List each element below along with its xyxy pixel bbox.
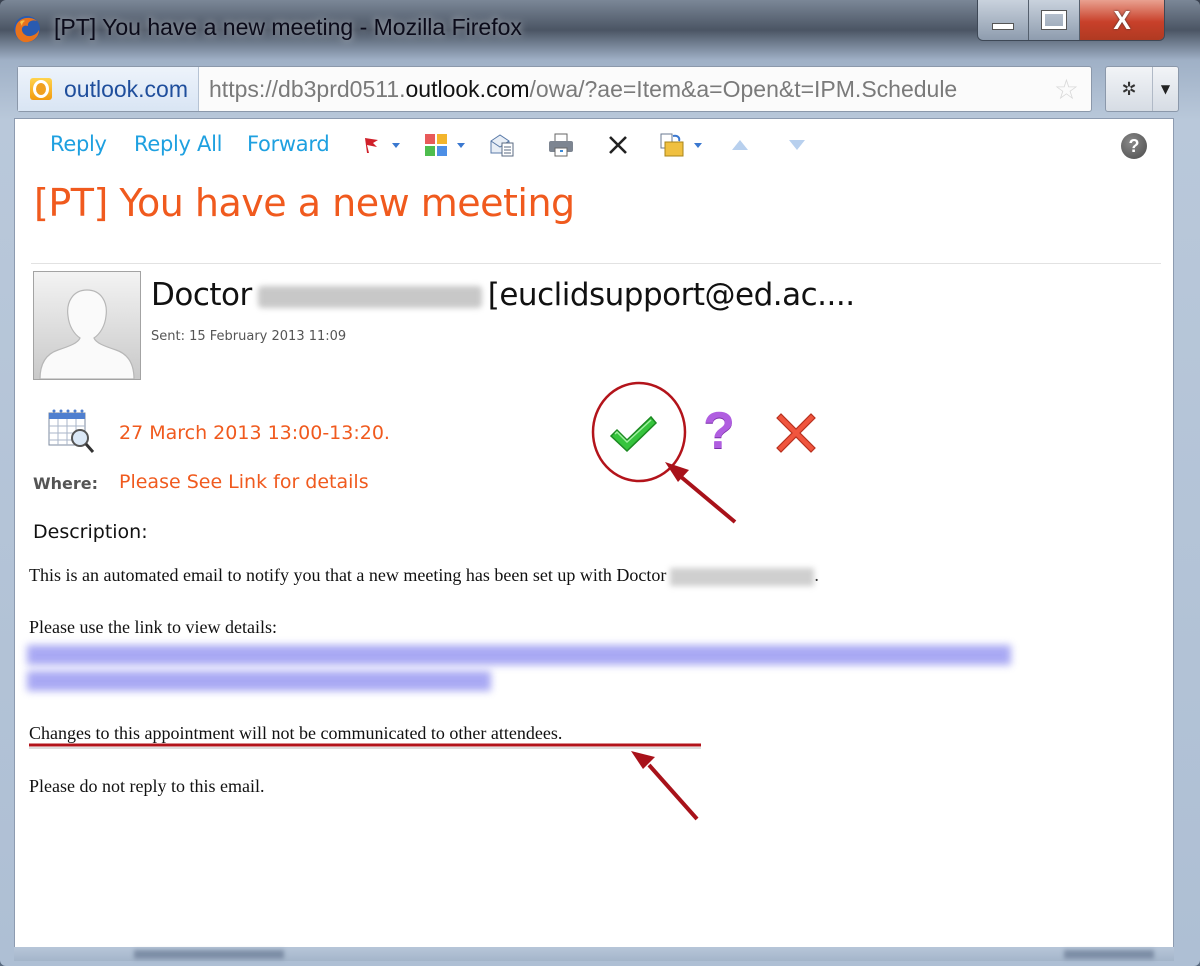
reply-all-button[interactable]: Reply All — [134, 132, 222, 156]
mark-unread-icon[interactable] — [489, 133, 515, 157]
url-domain: outlook.com — [405, 75, 530, 102]
sender-avatar — [33, 271, 141, 380]
minimize-button[interactable] — [978, 0, 1029, 40]
addon-bug-icon[interactable]: ✲ — [1106, 67, 1153, 111]
meeting-location: Please See Link for details — [119, 471, 369, 493]
title-bar[interactable]: [PT] You have a new meeting - Mozilla Fi… — [0, 0, 1200, 58]
next-item-icon[interactable] — [784, 133, 810, 157]
body-line-link-intro: Please use the link to view details: — [29, 617, 277, 637]
body-line-no-reply: Please do not reply to this email. — [29, 776, 265, 796]
redacted-details-link[interactable] — [27, 645, 1011, 665]
redacted-name — [670, 567, 815, 586]
checkmark-icon — [609, 415, 658, 453]
meeting-time: 27 March 2013 13:00-13:20. — [119, 422, 390, 444]
close-window-button[interactable]: X — [1080, 0, 1164, 40]
site-identity-button[interactable]: outlook.com — [18, 67, 200, 111]
taskbar-item-blurred — [134, 950, 284, 959]
site-identity-label: outlook.com — [64, 75, 189, 102]
message-page: Reply Reply All Forward ? [PT] You have … — [14, 118, 1174, 948]
forward-button[interactable]: Forward — [247, 132, 330, 156]
print-icon[interactable] — [548, 133, 574, 157]
move-to-folder-icon[interactable] — [659, 133, 685, 157]
redacted-name — [257, 285, 482, 308]
browser-window: [PT] You have a new meeting - Mozilla Fi… — [0, 0, 1200, 966]
sender-title: Doctor — [151, 277, 252, 313]
move-dropdown-icon[interactable] — [694, 143, 702, 148]
categories-dropdown-icon[interactable] — [457, 143, 465, 148]
message-subject: [PT] You have a new meeting — [34, 181, 575, 225]
addon-button[interactable]: ✲ ▼ — [1105, 66, 1179, 112]
delete-icon[interactable] — [605, 133, 631, 157]
decline-meeting-button[interactable] — [773, 409, 819, 457]
description-label: Description: — [33, 521, 148, 543]
redacted-details-link-cont[interactable] — [27, 671, 491, 691]
window-controls: X — [977, 0, 1165, 41]
previous-item-icon[interactable] — [727, 133, 753, 157]
url-input[interactable]: https://db3prd0511.outlook.com/owa/?ae=I… — [199, 76, 1029, 103]
flag-dropdown-icon[interactable] — [392, 143, 400, 148]
help-icon[interactable]: ? — [1121, 133, 1147, 159]
accept-meeting-button[interactable] — [605, 409, 661, 459]
url-suffix: /owa/?ae=Item&a=Open&t=IPM.Schedule — [529, 75, 958, 102]
url-bar[interactable]: outlook.com https://db3prd0511.outlook.c… — [17, 66, 1092, 112]
where-label: Where: — [33, 474, 99, 493]
sender-name[interactable]: Doctor [euclidsupport@ed.ac.... — [151, 277, 855, 313]
status-blurred — [1064, 950, 1154, 959]
sent-timestamp: Sent: 15 February 2013 11:09 — [151, 329, 347, 344]
tentative-meeting-button[interactable]: ? — [699, 402, 739, 460]
outlook-favicon-icon — [30, 78, 52, 100]
calendar-search-icon — [48, 409, 95, 453]
close-icon: X — [1113, 4, 1131, 35]
sender-email: [euclidsupport@ed.ac.... — [487, 277, 855, 313]
flag-icon[interactable] — [359, 133, 385, 157]
message-toolbar: Reply Reply All Forward ? — [15, 119, 1173, 171]
maximize-button[interactable] — [1029, 0, 1080, 40]
firefox-icon — [14, 16, 40, 43]
bookmark-star-icon[interactable]: ☆ — [1054, 73, 1079, 106]
maximize-icon — [1041, 10, 1067, 30]
categories-icon[interactable] — [423, 133, 449, 157]
header-divider — [31, 263, 1161, 264]
decline-x-icon — [776, 413, 816, 453]
status-bar — [14, 947, 1174, 961]
minimize-icon — [992, 22, 1014, 30]
addon-dropdown-arrow-icon[interactable]: ▼ — [1153, 67, 1178, 111]
url-prefix: https://db3prd0511. — [209, 75, 406, 102]
body-line-automated: This is an automated email to notify you… — [29, 565, 819, 586]
window-title: [PT] You have a new meeting - Mozilla Fi… — [54, 14, 522, 40]
reply-button[interactable]: Reply — [50, 132, 107, 156]
body-line-changes-warning: Changes to this appointment will not be … — [29, 723, 563, 743]
person-silhouette-icon — [39, 289, 135, 379]
